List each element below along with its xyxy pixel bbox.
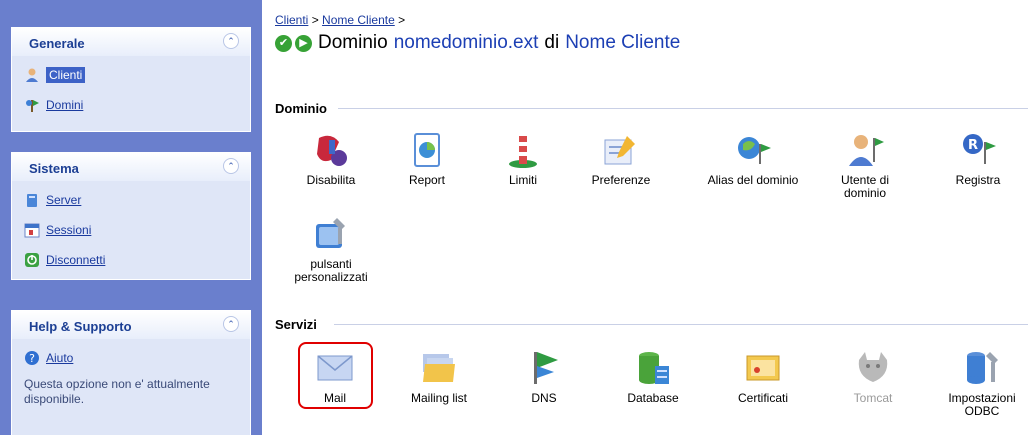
panel-sistema-title: Sistema [29,161,79,176]
panel-sistema: Sistema ⌃ Server Sessioni Disconnetti [11,152,251,280]
preferences-icon [604,136,635,165]
mail-icon [317,355,353,381]
tool-label: pulsanti personalizzati [294,257,368,284]
breadcrumb-link-clienti[interactable]: Clienti [275,13,308,27]
sidebar-item-aiuto[interactable]: ? Aiuto [24,343,250,373]
sidebar-item-label: Server [46,193,82,207]
tool-label: Utente di dominio [840,173,890,200]
sidebar-item-label: Disconnetti [46,253,106,267]
domain-icon [26,100,39,112]
panel-generale-title: Generale [29,36,85,51]
tool-limiti[interactable]: Limiti [477,130,569,187]
help-icon: ? [25,351,39,365]
tool-certificati[interactable]: Certificati [717,348,809,405]
server-icon [27,194,37,207]
tomcat-icon [858,352,888,382]
page-title: ✔ ▶ Dominio nomedominio.ext di Nome Clie… [275,32,686,54]
title-middle: di [544,32,560,53]
tool-alias-del-dominio[interactable]: Alias del dominio [707,130,799,187]
svg-text:?: ? [29,352,35,365]
section-dominio-label: Dominio [275,101,327,116]
sidebar-item-label: Aiuto [46,351,74,365]
tool-report[interactable]: Report [381,130,473,187]
tool-disabilita[interactable]: Disabilita [285,130,377,187]
title-domain: nomedominio.ext [393,32,539,53]
sidebar-item-sessioni[interactable]: Sessioni [24,215,250,245]
svg-text:R: R [968,138,978,153]
tool-preferenze[interactable]: Preferenze [575,130,667,187]
collapse-sistema-button[interactable]: ⌃ [223,158,239,174]
limits-icon [509,136,537,168]
section-divider [334,324,1028,325]
tool-label: Mail [323,391,346,405]
title-client: Nome Cliente [565,32,681,53]
tool-label: Disabilita [306,173,356,187]
tool-mailing-list[interactable]: Mailing list [393,348,485,405]
tool-impostazioni-odbc[interactable]: Impostazioni ODBC [936,348,1028,418]
report-icon [414,133,440,167]
title-prefix: Dominio [318,32,388,53]
tool-database[interactable]: Database [607,348,699,405]
certificate-icon [746,355,780,381]
tool-label: Registra [955,173,1001,187]
tool-pulsanti-personalizzati[interactable]: pulsanti personalizzati [285,214,377,284]
panel-generale: Generale ⌃ Clienti Domini [11,27,251,132]
tool-utente-di-dominio[interactable]: Utente di dominio [819,130,911,200]
panel-sistema-header: Sistema ⌃ [12,153,250,181]
tool-dns[interactable]: DNS [498,348,590,405]
tool-label: DNS [531,391,557,405]
collapse-help-button[interactable]: ⌃ [223,316,239,332]
tool-label: Limiti [508,173,537,187]
logout-icon [25,253,39,267]
tool-tomcat: Tomcat [827,348,919,405]
mailing-list-icon [423,354,455,382]
tool-label: Report [408,173,446,187]
collapse-generale-button[interactable]: ⌃ [223,33,239,49]
sidebar-item-server[interactable]: Server [24,185,250,215]
sidebar-item-disconnetti[interactable]: Disconnetti [24,245,250,275]
custom-buttons-icon [316,218,345,248]
section-servizi-label: Servizi [275,317,317,332]
tool-registra[interactable]: R Registra [932,130,1024,187]
tool-label: Database [627,391,679,405]
sidebar-item-domini[interactable]: Domini [24,90,250,120]
tool-mail[interactable]: Mail [289,348,381,405]
main-content: Clienti > Nome Cliente > ✔ ▶ Dominio nom… [262,0,1034,435]
breadcrumb-separator: > [394,13,406,27]
dns-icon [534,352,558,384]
register-icon: R [963,134,996,164]
user-icon [26,68,38,82]
database-icon [639,352,669,384]
section-divider [338,108,1028,109]
domain-user-icon [849,135,884,166]
breadcrumb: Clienti > Nome Cliente > [275,13,405,27]
odbc-settings-icon [967,352,998,384]
tool-label: Certificati [737,391,788,405]
sidebar: Generale ⌃ Clienti Domini Sistema ⌃ Serv… [0,0,262,435]
sidebar-item-label: Sessioni [46,223,92,237]
sidebar-item-label: Clienti [46,67,86,83]
sidebar-item-label: Domini [46,98,84,112]
panel-generale-header: Generale ⌃ [12,28,250,56]
breadcrumb-link-nome-cliente[interactable]: Nome Cliente [322,13,395,27]
panel-help-title: Help & Supporto [29,319,132,334]
tool-label: Tomcat [853,391,893,405]
tool-label: Preferenze [591,173,651,187]
check-icon: ✔ [275,34,292,52]
tool-label: Alias del dominio [707,173,799,187]
domain-alias-icon [738,137,771,164]
tool-label: Mailing list [410,391,467,405]
help-unavailable-note: Questa opzione non e' attualmente dispon… [24,377,210,406]
tool-label: Impostazioni ODBC [948,391,1016,418]
breadcrumb-separator: > [308,13,323,27]
play-icon: ▶ [295,34,312,52]
sidebar-item-clienti[interactable]: Clienti [24,60,250,90]
calendar-icon [24,223,40,238]
disable-icon [317,135,347,166]
panel-help-header: Help & Supporto ⌃ [12,311,250,339]
panel-help: Help & Supporto ⌃ ? Aiuto Questa opzione… [11,310,251,435]
